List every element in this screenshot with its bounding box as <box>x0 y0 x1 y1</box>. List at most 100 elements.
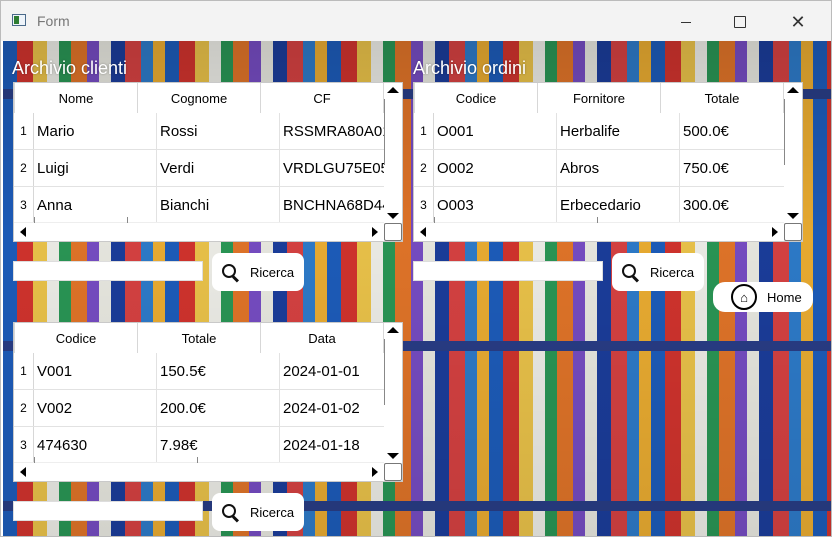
vendite-search-button[interactable]: Ricerca <box>212 493 304 531</box>
horizontal-scrollbar[interactable] <box>14 217 384 241</box>
ordini-label: Archivio ordini <box>413 58 527 78</box>
row-header[interactable]: 1 <box>14 353 34 389</box>
scroll-down-icon[interactable] <box>387 453 399 459</box>
ordini-search-input[interactable] <box>413 261 603 281</box>
table-cell[interactable]: Mario <box>34 113 157 149</box>
clienti-search-input[interactable] <box>13 261 203 281</box>
scroll-down-icon[interactable] <box>787 213 799 219</box>
table-cell[interactable]: Abros <box>557 150 680 186</box>
row-header[interactable]: 2 <box>14 390 34 426</box>
title-bar: Form ✕ <box>1 1 831 41</box>
horizontal-scrollbar[interactable] <box>414 217 784 241</box>
scroll-right-icon[interactable] <box>372 467 378 477</box>
table-cell[interactable]: O002 <box>434 150 557 186</box>
scroll-corner <box>784 223 802 241</box>
minimize-button[interactable] <box>663 9 709 35</box>
table-cell[interactable]: 2024-01-18 <box>280 427 384 463</box>
close-button[interactable]: ✕ <box>775 9 821 35</box>
table-cell[interactable]: 500.0€ <box>680 113 784 149</box>
app-icon <box>12 14 26 26</box>
table-cell[interactable]: Luigi <box>34 150 157 186</box>
table-cell[interactable]: Verdi <box>157 150 280 186</box>
search-button-label: Ricerca <box>650 264 695 280</box>
table-cell[interactable]: 300.0€ <box>680 187 784 223</box>
table-cell[interactable]: 2024-01-01 <box>280 353 384 389</box>
clienti-table[interactable]: Nome Cognome CF 1 Mario Rossi RSSMRA80A0… <box>13 82 403 242</box>
table-cell[interactable]: BNCHNA68D44 <box>280 187 384 223</box>
search-button-label: Ricerca <box>250 504 295 520</box>
clienti-table-header: Nome Cognome CF <box>14 83 384 113</box>
row-header[interactable]: 3 <box>14 187 34 223</box>
table-row[interactable]: 1 V001 150.5€ 2024-01-01 <box>14 353 384 390</box>
table-cell[interactable]: Rossi <box>157 113 280 149</box>
column-header[interactable]: CF <box>261 83 384 113</box>
home-button-label: Home <box>767 289 802 305</box>
scroll-down-icon[interactable] <box>387 213 399 219</box>
table-cell[interactable]: 200.0€ <box>157 390 280 426</box>
scroll-corner <box>384 223 402 241</box>
horizontal-scrollbar[interactable] <box>14 457 384 481</box>
table-cell[interactable]: Bianchi <box>157 187 280 223</box>
scroll-left-icon[interactable] <box>20 467 26 477</box>
ordini-search-button[interactable]: Ricerca <box>612 253 704 291</box>
ordini-table[interactable]: Codice Fornitore Totale 1 O001 Herbalife… <box>413 82 803 242</box>
vendite-table[interactable]: Codice Totale Data 1 V001 150.5€ 2024-01… <box>13 322 403 482</box>
scroll-up-icon[interactable] <box>387 87 399 93</box>
scroll-up-icon[interactable] <box>787 87 799 93</box>
table-cell[interactable]: 2024-01-02 <box>280 390 384 426</box>
table-cell[interactable]: VRDLGU75E05F <box>280 150 384 186</box>
ordini-table-header: Codice Fornitore Totale <box>414 83 784 113</box>
search-icon <box>222 264 238 280</box>
row-header[interactable]: 3 <box>14 427 34 463</box>
minimize-icon <box>681 21 691 23</box>
table-cell[interactable]: 150.5€ <box>157 353 280 389</box>
clienti-label: Archivio clienti <box>12 58 128 78</box>
column-header[interactable]: Cognome <box>138 83 261 113</box>
table-row[interactable]: 2 Luigi Verdi VRDLGU75E05F <box>14 150 384 187</box>
table-cell[interactable]: RSSMRA80A01 <box>280 113 384 149</box>
scroll-left-icon[interactable] <box>20 227 26 237</box>
home-icon: ⌂ <box>731 284 757 310</box>
home-button[interactable]: ⌂ Home <box>713 282 813 312</box>
table-row[interactable]: 1 Mario Rossi RSSMRA80A01 <box>14 113 384 150</box>
clienti-search-button[interactable]: Ricerca <box>212 253 304 291</box>
row-header[interactable]: 3 <box>414 187 434 223</box>
table-row[interactable]: 1 O001 Herbalife 500.0€ <box>414 113 784 150</box>
column-header[interactable]: Totale <box>138 323 261 353</box>
vendite-table-header: Codice Totale Data <box>14 323 384 353</box>
scroll-up-icon[interactable] <box>387 327 399 333</box>
row-header[interactable]: 1 <box>414 113 434 149</box>
table-row[interactable]: 2 O002 Abros 750.0€ <box>414 150 784 187</box>
row-header[interactable]: 2 <box>14 150 34 186</box>
table-cell[interactable]: V001 <box>34 353 157 389</box>
form-window: Form ✕ Archivio clienti Nome Cognome CF … <box>0 0 832 537</box>
close-icon: ✕ <box>790 12 806 32</box>
column-header[interactable]: Totale <box>661 83 784 113</box>
table-cell[interactable]: Herbalife <box>557 113 680 149</box>
scroll-right-icon[interactable] <box>372 227 378 237</box>
vendite-search-input[interactable] <box>13 501 203 521</box>
column-header[interactable]: Codice <box>15 323 138 353</box>
search-button-label: Ricerca <box>250 264 295 280</box>
table-cell[interactable]: 750.0€ <box>680 150 784 186</box>
table-row[interactable]: 2 V002 200.0€ 2024-01-02 <box>14 390 384 427</box>
maximize-button[interactable] <box>717 9 763 35</box>
maximize-icon <box>734 16 746 28</box>
search-icon <box>222 504 238 520</box>
row-header[interactable]: 2 <box>414 150 434 186</box>
row-header[interactable]: 1 <box>14 113 34 149</box>
vertical-scrollbar[interactable] <box>384 83 402 223</box>
search-icon <box>622 264 638 280</box>
vertical-scrollbar[interactable] <box>384 323 402 463</box>
vertical-scrollbar[interactable] <box>784 83 802 223</box>
column-header[interactable]: Nome <box>15 83 138 113</box>
scroll-corner <box>384 463 402 481</box>
scroll-left-icon[interactable] <box>420 227 426 237</box>
table-cell[interactable]: O001 <box>434 113 557 149</box>
scroll-right-icon[interactable] <box>772 227 778 237</box>
column-header[interactable]: Fornitore <box>538 83 661 113</box>
column-header[interactable]: Codice <box>415 83 538 113</box>
column-header[interactable]: Data <box>261 323 384 353</box>
window-title: Form <box>37 13 70 29</box>
table-cell[interactable]: V002 <box>34 390 157 426</box>
